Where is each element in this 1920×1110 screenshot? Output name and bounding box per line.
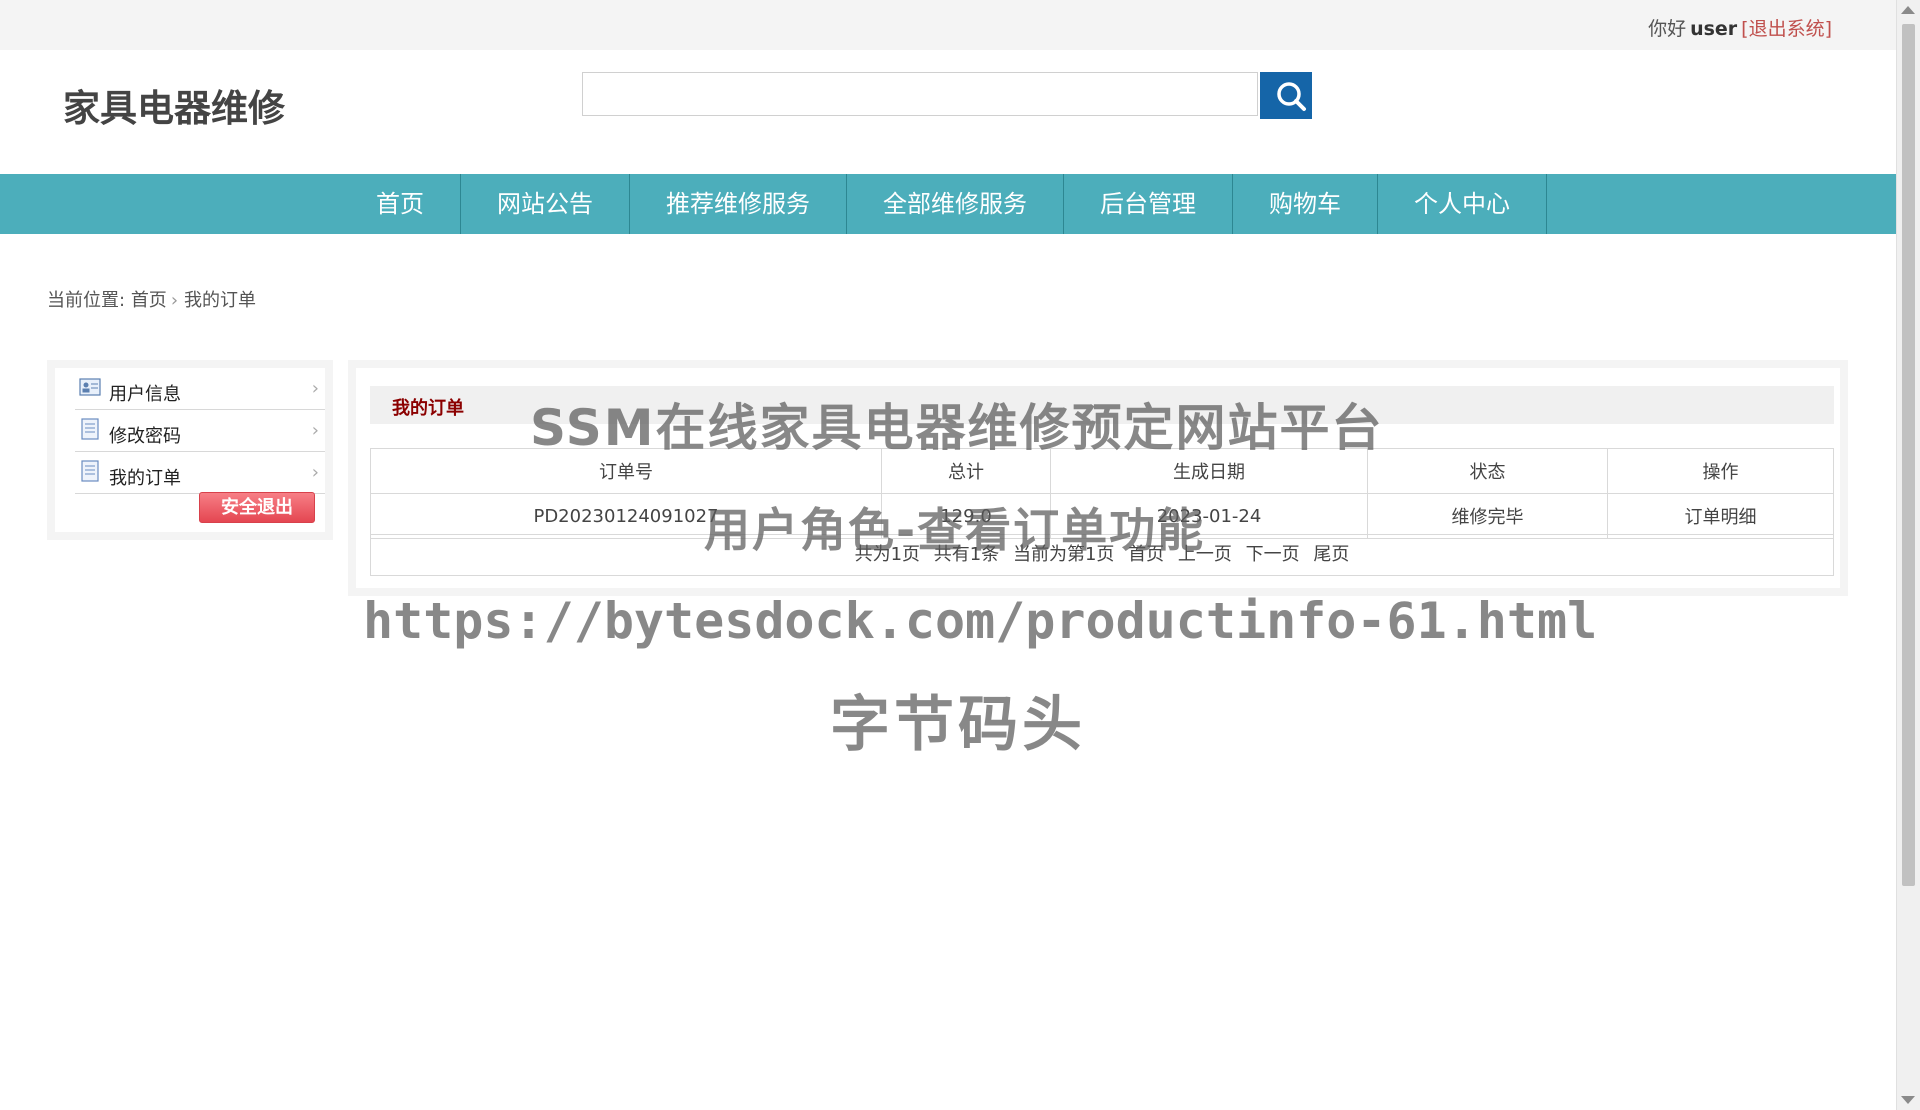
user-card-icon bbox=[79, 378, 101, 396]
scroll-up-icon[interactable] bbox=[1901, 6, 1915, 14]
chevron-right-icon: › bbox=[311, 420, 319, 441]
status-cell: 维修完毕 bbox=[1367, 493, 1608, 539]
greeting-text: 你好 bbox=[1648, 18, 1687, 40]
search-icon bbox=[1277, 82, 1306, 111]
chevron-right-icon: › bbox=[311, 378, 319, 399]
nav-item-home[interactable]: 首页 bbox=[340, 174, 461, 234]
sidebar-item-label: 我的订单 bbox=[109, 468, 181, 489]
order-detail-link[interactable]: 订单明细 bbox=[1607, 493, 1834, 539]
chevron-right-icon: › bbox=[311, 462, 319, 483]
sidebar-item-change-password[interactable]: 修改密码 › bbox=[75, 412, 325, 452]
watermark-subtitle: 用户角色-查看订单功能 bbox=[704, 503, 1206, 557]
pager-last-link[interactable]: 尾页 bbox=[1313, 544, 1349, 565]
breadcrumb-current: 我的订单 bbox=[184, 290, 257, 311]
nav-item-cart[interactable]: 购物车 bbox=[1233, 174, 1378, 234]
nav-item-recommended-services[interactable]: 推荐维修服务 bbox=[630, 174, 847, 234]
page-scrollbar[interactable] bbox=[1896, 0, 1920, 1110]
scroll-thumb[interactable] bbox=[1902, 24, 1915, 886]
column-header-actions: 操作 bbox=[1607, 448, 1834, 494]
safe-exit-button[interactable]: 安全退出 bbox=[199, 492, 315, 523]
site-title: 家具电器维修 bbox=[63, 87, 285, 130]
logout-link[interactable]: [退出系统] bbox=[1741, 18, 1832, 40]
breadcrumb: 当前位置: 首页 › 我的订单 bbox=[47, 286, 256, 312]
breadcrumb-home[interactable]: 首页 bbox=[131, 290, 167, 311]
user-greeting: 你好 user [退出系统] bbox=[1648, 14, 1832, 41]
sidebar-item-label: 用户信息 bbox=[109, 384, 181, 405]
column-header-status: 状态 bbox=[1367, 448, 1608, 494]
top-bar: 你好 user [退出系统] bbox=[0, 0, 1896, 50]
nav-item-personal-center[interactable]: 个人中心 bbox=[1378, 174, 1547, 234]
sidebar: 用户信息 › 修改密码 › 我的订单 › 安全退出 bbox=[47, 360, 333, 540]
breadcrumb-prefix: 当前位置: bbox=[47, 290, 126, 311]
username: user bbox=[1690, 18, 1738, 40]
watermark-brand: 字节码头 bbox=[830, 690, 1086, 760]
search-input[interactable] bbox=[582, 72, 1258, 116]
nav-item-announcements[interactable]: 网站公告 bbox=[461, 174, 630, 234]
watermark-title: SSM在线家具电器维修预定网站平台 bbox=[530, 399, 1384, 457]
nav-item-all-services[interactable]: 全部维修服务 bbox=[847, 174, 1064, 234]
main-nav: 首页 网站公告 推荐维修服务 全部维修服务 后台管理 购物车 个人中心 bbox=[0, 174, 1896, 234]
watermark-url: https://bytesdock.com/productinfo-61.htm… bbox=[363, 592, 1598, 650]
search-button[interactable] bbox=[1260, 72, 1312, 119]
pager-next-link[interactable]: 下一页 bbox=[1246, 544, 1300, 565]
document-icon bbox=[81, 418, 99, 440]
chevron-right-icon: › bbox=[170, 290, 179, 311]
sidebar-item-my-orders[interactable]: 我的订单 › bbox=[75, 454, 325, 494]
sidebar-item-label: 修改密码 bbox=[109, 426, 181, 447]
document-icon bbox=[81, 460, 99, 482]
sidebar-item-user-info[interactable]: 用户信息 › bbox=[75, 370, 325, 410]
nav-item-admin[interactable]: 后台管理 bbox=[1064, 174, 1233, 234]
scroll-down-icon[interactable] bbox=[1901, 1096, 1915, 1104]
page-title: 我的订单 bbox=[392, 398, 464, 419]
